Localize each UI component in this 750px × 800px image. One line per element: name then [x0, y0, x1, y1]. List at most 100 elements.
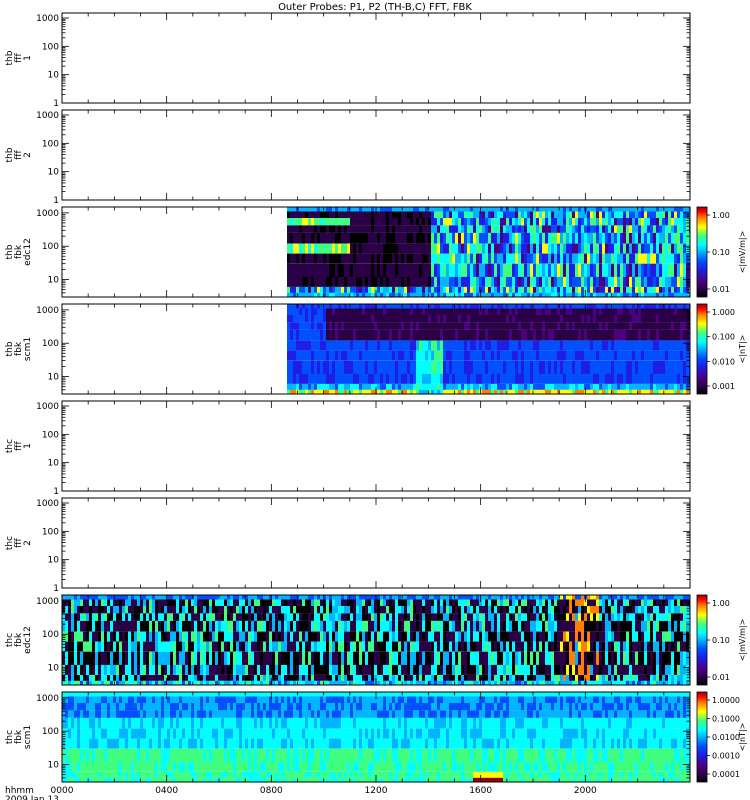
spectrogram-cell — [569, 243, 572, 254]
spectrogram-cell — [638, 225, 641, 233]
spectrogram-cell — [551, 207, 554, 212]
spectrogram-cell — [581, 384, 584, 390]
spectrogram-cell — [608, 225, 611, 233]
spectrogram-cell — [662, 243, 665, 254]
spectrogram-cell — [380, 389, 383, 394]
spectrogram-cell — [128, 631, 131, 642]
spectrogram-cell — [560, 340, 563, 351]
spectrogram-cell — [80, 680, 83, 685]
spectrogram-cell — [599, 329, 602, 341]
spectrogram-cell — [206, 651, 209, 665]
spectrogram-cell — [572, 322, 575, 330]
spectrogram-cell — [410, 232, 413, 244]
spectrogram-cell — [665, 329, 668, 341]
spectrogram-cell — [554, 360, 557, 374]
spectrogram-cell — [353, 350, 356, 361]
spectrogram-cell — [443, 304, 446, 309]
spectrogram-cell — [446, 389, 449, 394]
spectrogram-cell — [584, 350, 587, 361]
spectrogram-cell — [509, 304, 512, 309]
spectrogram-cell — [71, 641, 74, 652]
spectrogram-cell — [500, 287, 503, 293]
spectrogram-cell — [533, 207, 536, 212]
spectrogram-cell — [590, 225, 593, 233]
spectrogram-cell — [401, 276, 404, 287]
spectrogram-cell — [218, 641, 221, 652]
spectrogram-cell — [635, 350, 638, 361]
spectrogram-cell — [620, 263, 623, 277]
spectrogram-cell — [359, 651, 362, 665]
spectrogram-cell — [401, 263, 404, 277]
spectrogram-cell — [80, 595, 83, 600]
spectrogram-cell — [461, 308, 464, 315]
spectrogram-cell — [227, 599, 230, 606]
spectrogram-cell — [182, 599, 185, 606]
spectrogram-cell — [332, 243, 335, 254]
spectrogram-cell — [188, 664, 191, 675]
spectrogram-cell — [311, 675, 314, 681]
spectrogram-cell — [506, 384, 509, 390]
spectrogram-cell — [233, 651, 236, 665]
spectrogram-cell — [500, 384, 503, 390]
spectrogram-cell — [119, 651, 122, 665]
spectrogram-cell — [362, 599, 365, 606]
spectrogram-cell — [440, 389, 443, 394]
spectrogram-cell — [305, 253, 308, 264]
spectrogram-cell — [224, 651, 227, 665]
spectrogram-cell — [584, 322, 587, 330]
spectrogram-cell — [257, 651, 260, 665]
spectrogram-cell — [377, 389, 380, 394]
spectrogram-cell — [236, 599, 239, 606]
spectrogram-cell — [140, 606, 143, 614]
spectrogram-cell — [260, 675, 263, 681]
spectrogram-cell — [374, 389, 377, 394]
spectrogram-cell — [398, 329, 401, 341]
spectrogram-cell — [560, 308, 563, 315]
spectrogram-cell — [482, 232, 485, 244]
spectrogram-cell — [287, 263, 290, 277]
spectrogram-cell — [404, 308, 407, 315]
spectrogram-cell — [608, 292, 611, 297]
spectrogram-cell — [329, 253, 332, 264]
y-tick-label: 100 — [42, 527, 59, 537]
spectrogram-cell — [311, 620, 314, 632]
spectrogram-cell — [233, 664, 236, 675]
spectrogram-cell — [422, 308, 425, 315]
spectrogram-cell — [413, 641, 416, 652]
spectrogram-cell — [98, 680, 101, 685]
spectrogram-cell — [641, 350, 644, 361]
spectrogram-cell — [482, 287, 485, 293]
spectrogram-cell — [638, 207, 641, 212]
spectrogram-cell — [218, 595, 221, 600]
spectrogram-cell — [485, 218, 488, 226]
spectrogram-cell — [608, 243, 611, 254]
spectrogram-cell — [509, 340, 512, 351]
spectrogram-cell — [422, 207, 425, 212]
spectrogram-cell — [524, 329, 527, 341]
spectrogram-cell — [608, 384, 611, 390]
spectrogram-cell — [455, 384, 458, 390]
spectrogram-cell — [560, 304, 563, 309]
spectrogram-cell — [401, 218, 404, 226]
spectrogram-cell — [461, 373, 464, 384]
spectrogram-cell — [158, 599, 161, 606]
spectrogram-cell — [476, 308, 479, 315]
spectrogram-cell — [404, 322, 407, 330]
spectrogram-cell — [350, 329, 353, 341]
spectrogram-cell — [317, 225, 320, 233]
spectrogram-cell — [314, 207, 317, 212]
spectrogram-cell — [464, 340, 467, 351]
spectrogram-cell — [437, 207, 440, 212]
spectrogram-cell — [392, 664, 395, 675]
spectrogram-cell — [461, 304, 464, 309]
spectrogram-cell — [380, 263, 383, 277]
spectrogram-cell — [212, 631, 215, 642]
spectrogram-cell — [380, 373, 383, 384]
spectrogram-cell — [671, 360, 674, 374]
spectrogram-cell — [347, 675, 350, 681]
spectrogram-cell — [170, 675, 173, 681]
spectrogram-cell — [77, 613, 80, 621]
spectrogram-cell — [323, 287, 326, 293]
spectrogram-cell — [611, 322, 614, 330]
spectrogram-cell — [365, 680, 368, 685]
